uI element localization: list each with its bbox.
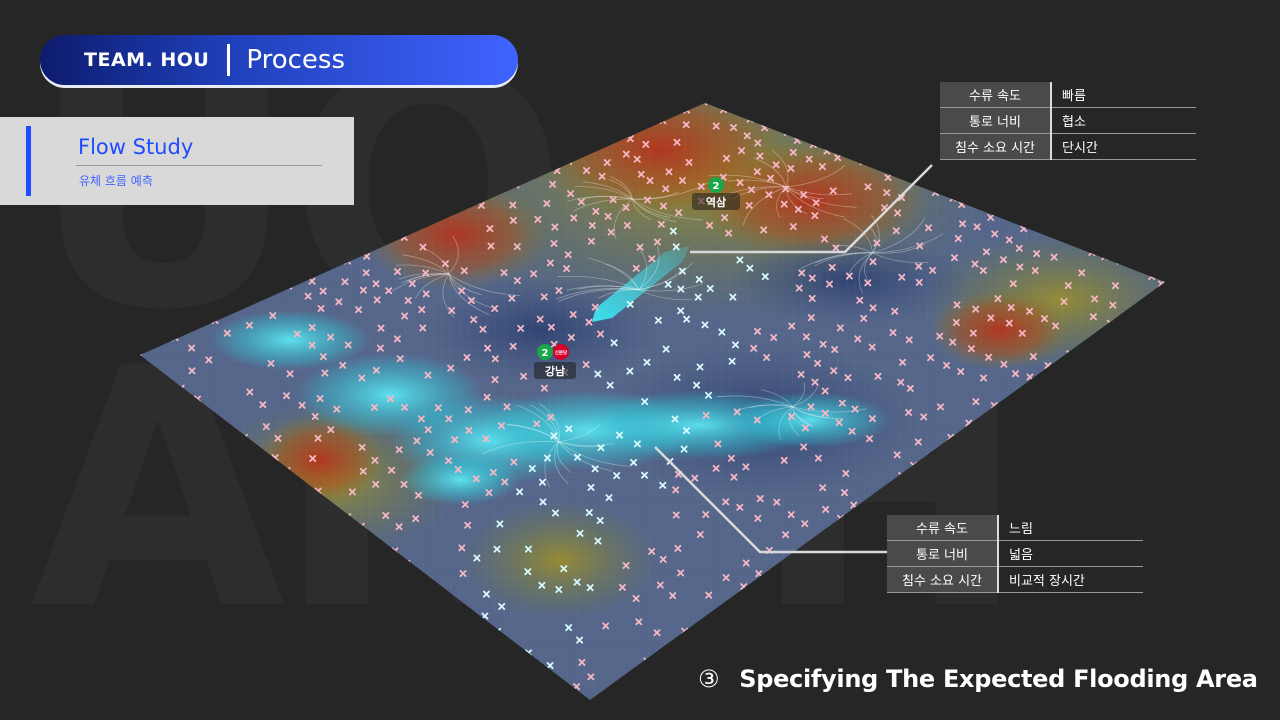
flow-marker	[494, 627, 502, 635]
flow-marker	[344, 513, 352, 521]
callout-table-narrow-channel: 수류 속도 빠름 통로 너비 협소 침수 소요 시간 단시간	[940, 82, 1196, 160]
table-row: 침수 소요 시간 비교적 장시간	[887, 566, 1143, 593]
flow-marker	[241, 433, 248, 441]
table-row: 수류 속도 빠름	[940, 82, 1196, 108]
row-value: 빠름	[1051, 82, 1196, 108]
row-value: 느림	[998, 515, 1143, 541]
flow-marker	[403, 559, 411, 567]
flow-marker	[565, 157, 573, 165]
table-row: 침수 소요 시간 단시간	[940, 133, 1196, 160]
row-value: 협소	[1051, 107, 1196, 134]
line-badge: 신분당	[555, 349, 568, 356]
line-number: 2	[713, 181, 720, 192]
flow-marker	[283, 467, 291, 474]
flow-marker	[859, 158, 867, 166]
station-name: 강남	[545, 364, 565, 378]
flow-marker	[1116, 257, 1124, 265]
row-key: 수류 속도	[887, 515, 999, 541]
flow-marker	[140, 353, 143, 361]
table-row: 통로 너비 협소	[940, 107, 1196, 134]
flow-marker	[898, 472, 906, 480]
row-key: 수류 속도	[940, 82, 1052, 108]
flow-marker	[512, 181, 520, 189]
row-value: 단시간	[1051, 133, 1196, 160]
flow-marker	[285, 282, 293, 290]
flow-marker	[1066, 350, 1074, 358]
caption-number: ③	[698, 665, 720, 693]
row-key: 통로 너비	[940, 107, 1052, 134]
row-key: 침수 소요 시간	[887, 566, 999, 593]
table-row: 통로 너비 넓음	[887, 540, 1143, 567]
table-row: 수류 속도 느림	[887, 515, 1143, 541]
caption-text: Specifying The Expected Flooding Area	[739, 665, 1258, 693]
slide-caption: ③ Specifying The Expected Flooding Area	[698, 665, 1258, 693]
line-number: 2	[542, 348, 549, 359]
station-name: 역삼	[706, 195, 726, 209]
row-value: 넓음	[998, 540, 1143, 567]
flow-marker	[705, 103, 712, 106]
row-value: 비교적 장시간	[998, 566, 1143, 593]
row-key: 통로 너비	[887, 540, 999, 567]
callout-table-wide-channel: 수류 속도 느림 통로 너비 넓음 침수 소요 시간 비교적 장시간	[887, 515, 1143, 593]
flow-marker	[783, 128, 791, 136]
flow-marker	[643, 657, 651, 665]
row-key: 침수 소요 시간	[940, 133, 1052, 160]
